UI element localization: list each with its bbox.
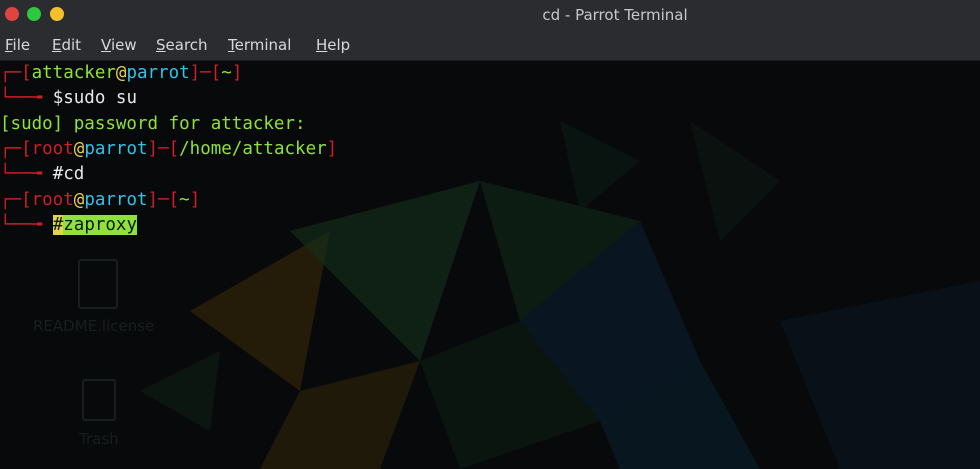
trash-label: Trash	[79, 430, 119, 448]
selected-command-text[interactable]: #zaproxy	[52, 215, 137, 235]
terminal-output-area[interactable]: README.license Trash ┌─[attacker@parrot]…	[0, 61, 980, 469]
menu-edit[interactable]: Edit	[52, 36, 81, 54]
terminal-window: cd - Parrot Terminal File Edit View Sear…	[0, 0, 980, 469]
prompt-line: ┌─[root@parrot]─[~]	[0, 190, 201, 210]
readme-file-icon	[78, 259, 118, 309]
menu-bar: File Edit View Search Terminal Help	[0, 30, 980, 61]
prompt-line: ┌─[root@parrot]─[/home/attacker]	[0, 139, 338, 159]
readme-file-label: README.license	[33, 317, 155, 335]
command-line: └──╼ $sudo su	[0, 88, 137, 108]
menu-search[interactable]: Search	[156, 36, 208, 54]
trash-icon	[82, 379, 116, 421]
window-title: cd - Parrot Terminal	[542, 6, 688, 24]
title-bar[interactable]: cd - Parrot Terminal	[0, 0, 980, 30]
menu-terminal[interactable]: Terminal	[228, 36, 291, 54]
menu-view[interactable]: View	[101, 36, 137, 54]
menu-file[interactable]: File	[5, 36, 30, 54]
command-line: └──╼ #cd	[0, 164, 85, 184]
command-line-selected: └──╼ #zaproxy	[0, 215, 137, 235]
menu-help[interactable]: Help	[316, 36, 350, 54]
prompt-line: ┌─[attacker@parrot]─[~]	[0, 63, 243, 83]
sudo-password-prompt: [sudo] password for attacker:	[0, 114, 306, 134]
